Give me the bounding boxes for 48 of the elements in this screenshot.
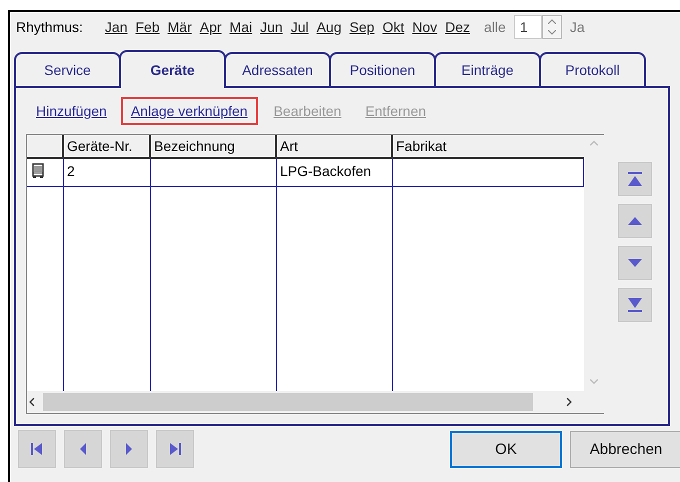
first-record-button[interactable] — [18, 430, 56, 468]
column-header[interactable]: Bezeichnung — [151, 135, 277, 159]
scroll-right-icon — [564, 396, 574, 408]
every-label: alle — [484, 19, 506, 35]
header-cell — [27, 135, 64, 159]
table-cell: 2 — [64, 159, 151, 187]
unit-label: Ja — [570, 19, 585, 35]
column-header[interactable]: Geräte-Nr. — [64, 135, 151, 159]
column-header[interactable]: Art — [277, 135, 393, 159]
month-link[interactable]: Aug — [316, 19, 342, 35]
scroll-down-icon — [588, 377, 600, 387]
device-icon — [30, 163, 46, 179]
ok-button[interactable]: OK — [450, 430, 562, 468]
month-link[interactable]: Jun — [260, 19, 283, 35]
move-bottom-button[interactable] — [618, 288, 652, 322]
column-header[interactable]: Fabrikat — [393, 135, 584, 159]
spinner-arrows[interactable] — [542, 15, 562, 39]
move-down-button[interactable] — [618, 246, 652, 280]
move-bottom-icon — [627, 297, 643, 313]
month-link[interactable]: Dez — [445, 19, 470, 35]
cancel-button[interactable]: Abbrechen — [570, 430, 680, 468]
month-link[interactable]: Sep — [350, 19, 374, 35]
interval-field[interactable]: 1 — [514, 15, 542, 39]
month-link[interactable]: Feb — [136, 19, 160, 35]
month-link[interactable]: Apr — [200, 19, 222, 35]
move-up-button[interactable] — [618, 204, 652, 238]
month-link[interactable]: Jan — [104, 19, 128, 35]
move-top-button[interactable] — [618, 162, 652, 196]
month-link[interactable]: Okt — [382, 19, 404, 35]
tab[interactable]: Service — [14, 52, 121, 86]
month-link[interactable]: Jul — [290, 19, 309, 35]
last-record-button[interactable] — [156, 430, 194, 468]
action-link[interactable]: Hinzufügen — [26, 97, 117, 125]
previous-record-button[interactable] — [64, 430, 102, 468]
next-record-button[interactable] — [110, 430, 148, 468]
table-cell: LPG-Backofen — [277, 159, 393, 187]
horizontal-scrollbar[interactable] — [27, 391, 604, 413]
move-top-icon — [627, 171, 643, 187]
action-link[interactable]: Anlage verknüpfen — [120, 97, 258, 125]
month-link[interactable]: Mär — [168, 19, 192, 35]
rhythm-label: Rhythmus: — [16, 19, 83, 35]
tab[interactable]: Geräte — [119, 50, 226, 88]
month-link[interactable]: Nov — [412, 19, 438, 35]
tab[interactable]: Protokoll — [539, 52, 646, 86]
last-record-icon — [167, 441, 183, 457]
scroll-left-icon — [27, 396, 37, 408]
first-record-icon — [29, 441, 45, 457]
month-link[interactable]: Mai — [230, 19, 252, 35]
